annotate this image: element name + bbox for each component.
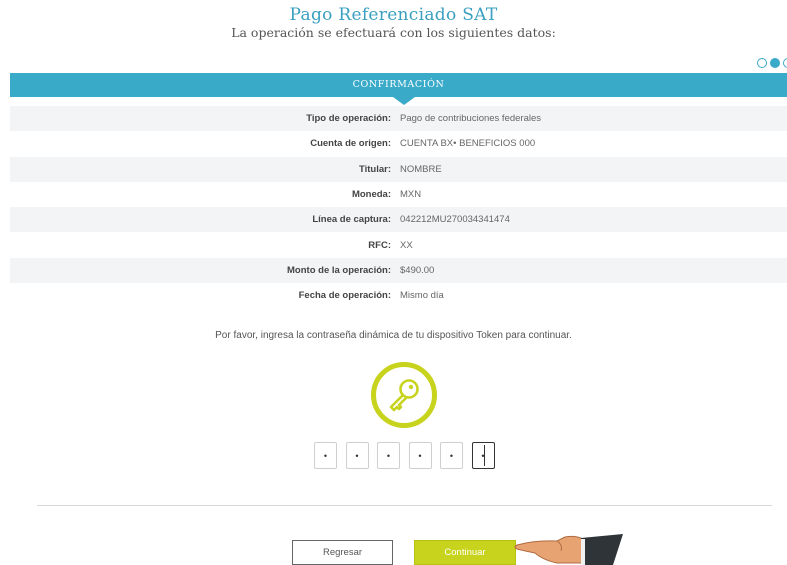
detail-row: Línea de captura: 042212MU270034341474 [10,207,787,233]
detail-value: CUENTA BX• BENEFICIOS 000 [400,138,536,150]
detail-row: Titular: NOMBRE [10,156,787,182]
pointing-hand-icon [514,534,623,565]
detail-label: Tipo de operación: [306,113,391,125]
step-dot-1 [757,58,767,68]
detail-label: Línea de captura: [312,214,391,226]
detail-label: Titular: [358,163,391,175]
detail-row: Monto de la operación: $490.00 [10,257,787,284]
step-indicator [757,58,787,68]
token-digit-1[interactable]: • [314,442,337,469]
detail-label: Monto de la operación: [287,264,391,276]
detail-label: RFC: [368,239,391,251]
token-key-badge [371,362,437,428]
detail-row: Cuenta de origen: CUENTA BX• BENEFICIOS … [10,131,787,156]
page-subtitle: La operación se efectuará con los siguie… [231,25,556,40]
detail-row: Moneda: MXN [10,182,787,207]
detail-value: XX [400,239,413,251]
detail-label: Cuenta de origen: [310,138,391,150]
token-input-group[interactable]: • • • • • • [314,442,495,469]
token-digit-6[interactable]: • [471,442,495,469]
token-prompt: Por favor, ingresa la contraseña dinámic… [215,330,572,341]
detail-row: Tipo de operación: Pago de contribucione… [10,106,787,132]
continue-button[interactable]: Continuar [414,540,516,565]
detail-label: Fecha de operación: [298,290,391,302]
token-digit-3[interactable]: • [377,442,400,469]
section-arrow [393,97,415,105]
detail-value: NOMBRE [400,163,442,175]
detail-value: Mismo día [400,290,444,302]
step-dot-2 [770,58,780,68]
token-digit-5[interactable]: • [440,442,463,469]
text-cursor [483,445,485,466]
details-table: Tipo de operación: Pago de contribucione… [10,106,787,308]
token-digit-2[interactable]: • [345,442,369,469]
page-title: Pago Referenciado SAT [289,5,498,25]
detail-label: Moneda: [351,189,391,201]
back-button[interactable]: Regresar [292,540,393,565]
detail-value: $490.00 [400,264,435,276]
detail-value: Pago de contribuciones federales [400,113,542,125]
detail-value: MXN [400,189,422,201]
step-dot-3 [783,58,787,68]
key-icon [389,379,419,412]
section-label: CONFIRMACIÓN [352,79,445,90]
detail-row: RFC: XX [10,232,787,257]
detail-row: Fecha de operación: Mismo día [10,283,787,308]
token-digit-4[interactable]: • [408,442,432,469]
divider [37,505,772,506]
detail-value: 042212MU270034341474 [400,214,510,226]
